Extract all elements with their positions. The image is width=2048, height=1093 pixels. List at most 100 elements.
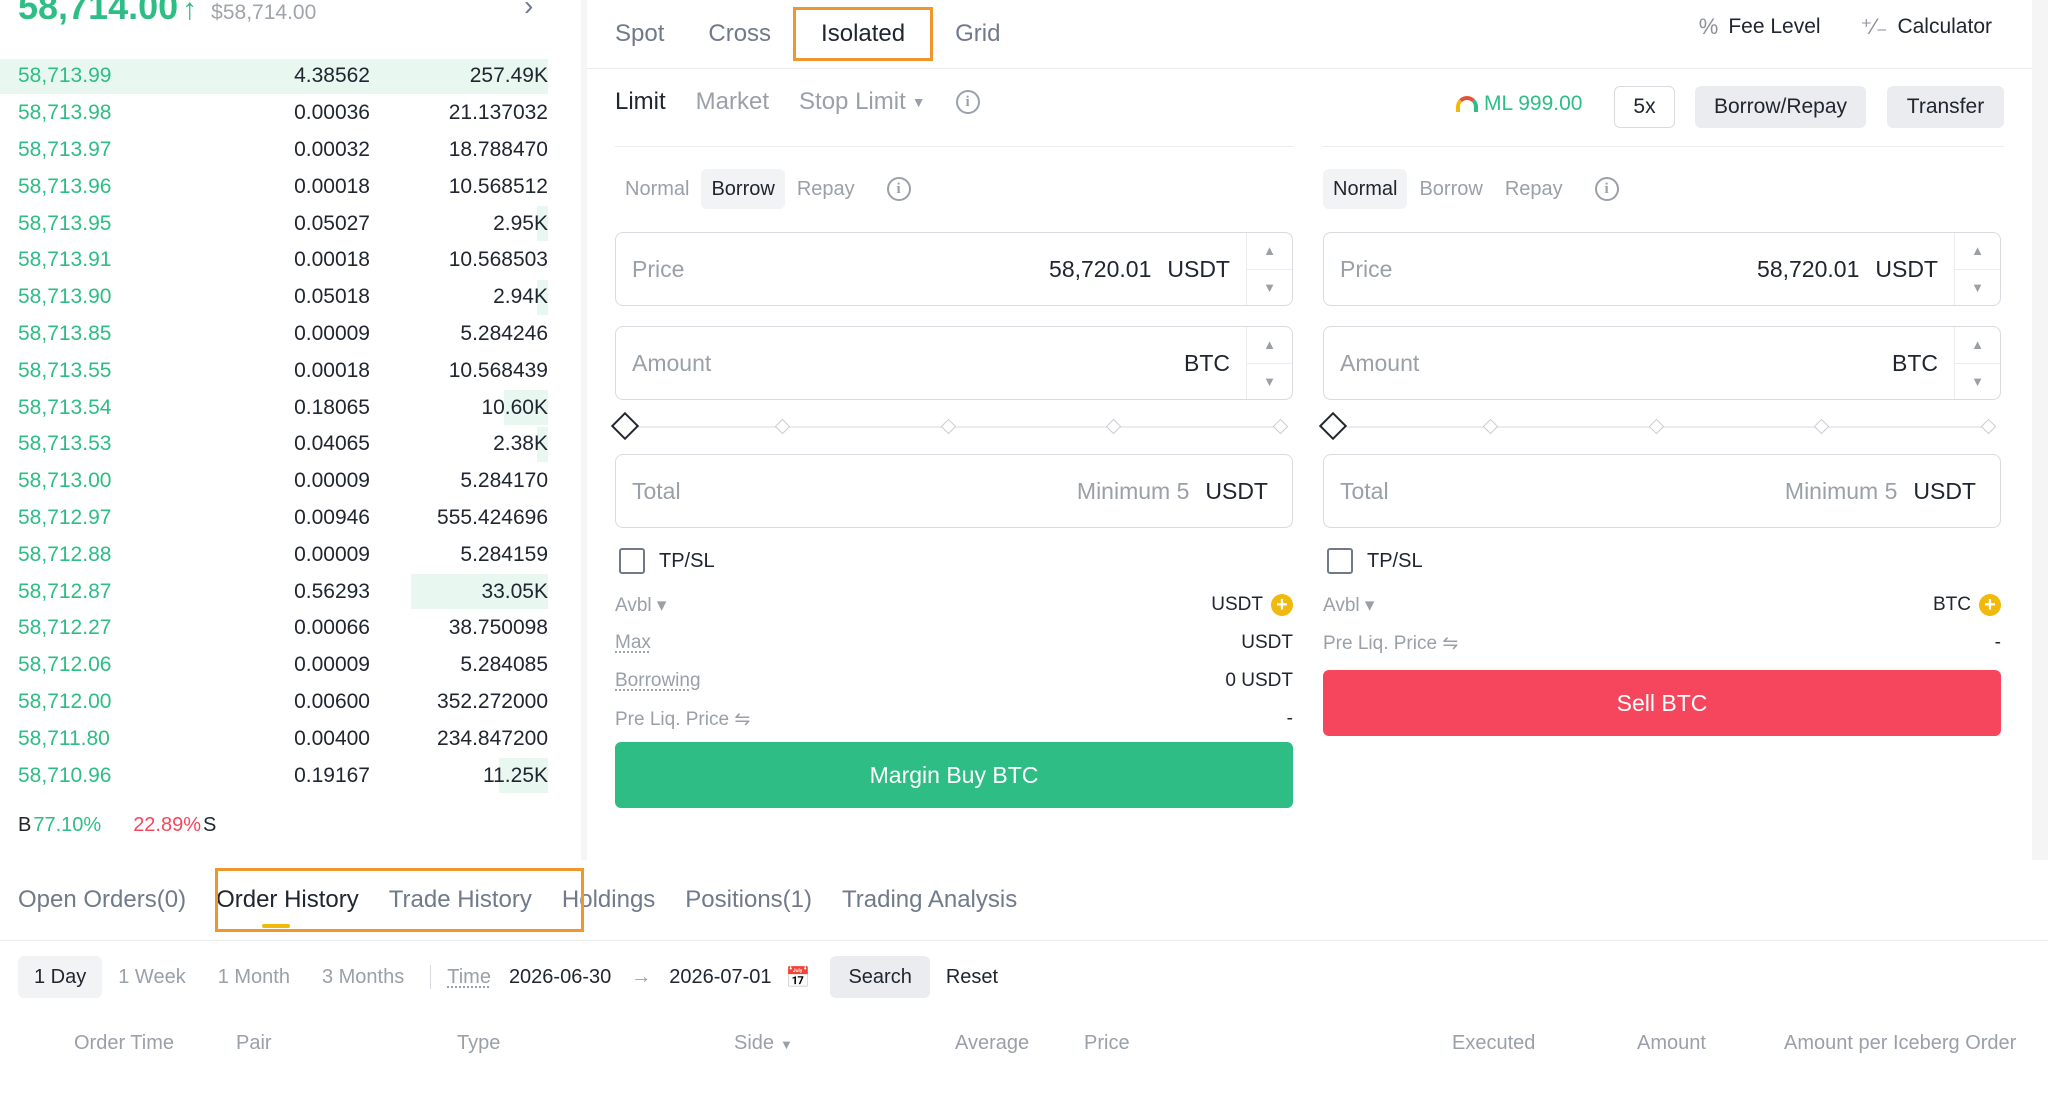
avbl-label[interactable]: Avbl ▾ (615, 594, 666, 617)
row-total: 33.05K (481, 579, 548, 603)
decrement-icon[interactable]: ▼ (1247, 364, 1292, 400)
increment-icon[interactable]: ▲ (1955, 327, 2000, 364)
tab-spot[interactable]: Spot (587, 7, 686, 61)
tab-trading-analysis[interactable]: Trading Analysis (812, 886, 1017, 914)
margin-level[interactable]: ML 999.00 (1456, 92, 1582, 116)
decrement-icon[interactable]: ▼ (1247, 270, 1292, 306)
tab-open-orders[interactable]: Open Orders(0) (0, 886, 186, 914)
end-date[interactable]: 2026-07-01 (669, 966, 771, 989)
decrement-icon[interactable]: ▼ (1955, 270, 2000, 306)
tab-repay[interactable]: Repay (787, 169, 865, 209)
tpsl-checkbox[interactable] (1327, 548, 1353, 574)
range-1-month[interactable]: 1 Month (202, 956, 306, 998)
start-date[interactable]: 2026-06-30 (509, 966, 611, 989)
col-executed: Executed (1452, 1032, 1536, 1054)
slider-mark[interactable] (940, 418, 957, 435)
order-book-row[interactable]: 58,713.85 0.00009 5.284246 (0, 316, 560, 353)
info-icon[interactable]: i (955, 90, 980, 114)
buy-amount-field[interactable]: Amount BTC ▲ ▼ (615, 326, 1293, 400)
buy-total-field[interactable]: Total Minimum 5 USDT (615, 454, 1293, 528)
calendar-icon[interactable]: 📅 (786, 965, 811, 990)
order-book-row[interactable]: 58,713.98 0.00036 21.137032 (0, 95, 560, 132)
col-side[interactable]: Side ▼ (734, 1032, 793, 1055)
col-amount-per-iceberg: Amount per Iceberg Order (1784, 1032, 2017, 1054)
tab-positions[interactable]: Positions(1) (655, 886, 812, 914)
order-book-row[interactable]: 58,713.54 0.18065 10.60K (0, 389, 560, 426)
chevron-right-icon[interactable]: › (524, 0, 533, 22)
tab-repay[interactable]: Repay (1495, 169, 1573, 209)
tab-normal[interactable]: Normal (1323, 169, 1408, 209)
margin-buy-button[interactable]: Margin Buy BTC (615, 742, 1293, 808)
reset-button[interactable]: Reset (946, 966, 998, 989)
buy-amount-slider[interactable] (610, 411, 1293, 442)
borrow-repay-button[interactable]: Borrow/Repay (1695, 86, 1866, 128)
tab-market[interactable]: Market (696, 88, 769, 116)
order-book-row[interactable]: 58,711.80 0.00400 234.847200 (0, 720, 560, 757)
add-funds-icon[interactable]: + (1271, 594, 1293, 616)
tab-limit[interactable]: Limit (615, 88, 666, 116)
info-icon[interactable]: i (1594, 177, 1619, 201)
row-total: 21.137032 (448, 101, 548, 125)
order-book-row[interactable]: 58,713.90 0.05018 2.94K (0, 279, 560, 316)
info-icon[interactable]: i (886, 177, 911, 201)
order-book-row[interactable]: 58,712.88 0.00009 5.284159 (0, 536, 560, 573)
sell-total-field[interactable]: Total Minimum 5 USDT (1323, 454, 2001, 528)
order-book-row[interactable]: 58,713.00 0.00009 5.284170 (0, 463, 560, 500)
calculator-button[interactable]: ⁺⁄₋ Calculator (1861, 14, 1992, 40)
decrement-icon[interactable]: ▼ (1955, 364, 2000, 400)
slider-mark[interactable] (1272, 418, 1289, 435)
sell-button[interactable]: Sell BTC (1323, 670, 2001, 736)
tab-borrow[interactable]: Borrow (701, 169, 785, 209)
slider-mark[interactable] (1482, 418, 1499, 435)
order-book-row[interactable]: 58,712.27 0.00066 38.750098 (0, 610, 560, 647)
fee-level-button[interactable]: % Fee Level (1699, 14, 1821, 40)
order-book-row[interactable]: 58,713.55 0.00018 10.568439 (0, 352, 560, 389)
order-book-row[interactable]: 58,713.91 0.00018 10.568503 (0, 242, 560, 279)
tpsl-checkbox[interactable] (619, 548, 645, 574)
order-book-row[interactable]: 58,712.00 0.00600 352.272000 (0, 684, 560, 721)
order-book-row[interactable]: 58,713.96 0.00018 10.568512 (0, 168, 560, 205)
order-book-row[interactable]: 58,712.06 0.00009 5.284085 (0, 647, 560, 684)
range-1-week[interactable]: 1 Week (102, 956, 201, 998)
add-funds-icon[interactable]: + (1979, 594, 2001, 616)
tab-stop-limit[interactable]: Stop Limit ▼ (799, 88, 926, 116)
increment-icon[interactable]: ▲ (1247, 327, 1292, 364)
total-value-group: Minimum 5 USDT (1077, 478, 1268, 505)
increment-icon[interactable]: ▲ (1955, 233, 2000, 270)
tab-borrow[interactable]: Borrow (1409, 169, 1492, 209)
increment-icon[interactable]: ▲ (1247, 233, 1292, 270)
total-placeholder: Minimum 5 (1784, 477, 1898, 504)
leverage-button[interactable]: 5x (1614, 86, 1675, 128)
row-amount: 0.00946 (294, 505, 370, 529)
slider-handle[interactable] (610, 411, 640, 441)
slider-mark[interactable] (1813, 418, 1830, 435)
search-button[interactable]: Search (830, 956, 930, 998)
order-book-row[interactable]: 58,713.53 0.04065 2.38K (0, 426, 560, 463)
tab-grid[interactable]: Grid (933, 7, 1022, 61)
sell-ratio-value: 22.89% (133, 814, 202, 836)
tab-cross[interactable]: Cross (686, 7, 793, 61)
slider-mark[interactable] (1105, 418, 1122, 435)
order-book-row[interactable]: 58,712.87 0.56293 33.05K (0, 573, 560, 610)
slider-mark[interactable] (1648, 418, 1665, 435)
range-1-day[interactable]: 1 Day (18, 956, 103, 998)
row-amount: 0.00009 (294, 653, 370, 677)
range-3-months[interactable]: 3 Months (306, 956, 420, 998)
avbl-label[interactable]: Avbl ▾ (1323, 594, 1374, 617)
buy-price-field[interactable]: Price 58,720.01 USDT ▲ ▼ (615, 232, 1293, 306)
order-book-row[interactable]: 58,713.95 0.05027 2.95K (0, 205, 560, 242)
order-book-row[interactable]: 58,713.97 0.00032 18.788470 (0, 132, 560, 169)
price-stepper: ▲ ▼ (1246, 233, 1292, 305)
slider-mark[interactable] (1980, 418, 1997, 435)
transfer-button[interactable]: Transfer (1887, 86, 2004, 128)
sell-price-field[interactable]: Price 58,720.01 USDT ▲ ▼ (1323, 232, 2001, 306)
sell-amount-field[interactable]: Amount BTC ▲ ▼ (1323, 326, 2001, 400)
tab-isolated[interactable]: Isolated (793, 7, 934, 61)
sell-amount-slider[interactable] (1318, 411, 2001, 442)
order-book-row[interactable]: 58,713.99 4.38562 257.49K (0, 58, 560, 95)
slider-handle[interactable] (1318, 411, 1348, 441)
tab-normal[interactable]: Normal (615, 169, 699, 209)
order-book-row[interactable]: 58,712.97 0.00946 555.424696 (0, 500, 560, 537)
slider-mark[interactable] (774, 418, 791, 435)
order-book-row[interactable]: 58,710.96 0.19167 11.25K (0, 757, 560, 794)
